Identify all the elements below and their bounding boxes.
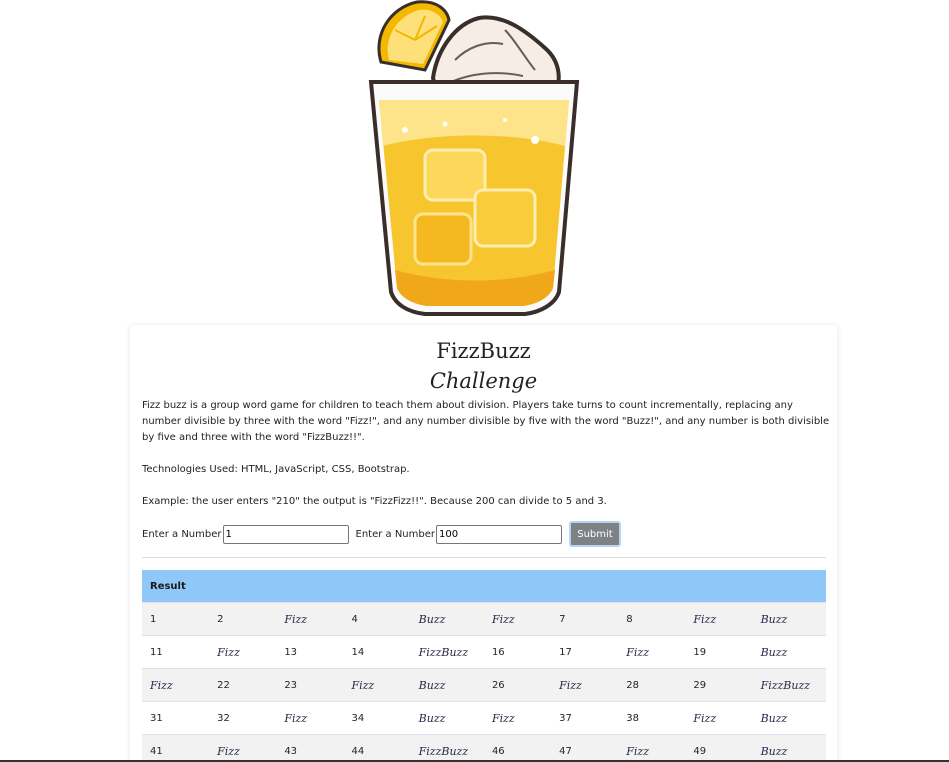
result-cell: 26	[483, 668, 552, 702]
result-cell: FizzBuzz	[410, 635, 484, 669]
result-cell: 13	[276, 635, 344, 669]
result-cell: Buzz	[752, 602, 826, 636]
result-cell: 19	[685, 635, 753, 669]
table-row: 41 Fizz 43 44 FizzBuzz 46 47 Fizz 49 Buzz	[142, 734, 826, 762]
submit-button[interactable]: Submit	[569, 521, 621, 547]
result-cell: 31	[142, 701, 210, 735]
result-cell: 1	[142, 602, 210, 636]
result-cell: 11	[142, 635, 210, 669]
result-cell: Buzz	[752, 635, 826, 669]
result-cell: 43	[276, 734, 344, 762]
result-cell: 17	[551, 635, 619, 669]
page: FizzBuzz Challenge Fizz buzz is a group …	[0, 0, 949, 762]
start-number-label: Enter a Number	[142, 528, 222, 540]
result-cell: FizzBuzz	[752, 668, 826, 702]
result-cell: 14	[343, 635, 411, 669]
result-cell: 49	[685, 734, 753, 762]
result-cell: 34	[343, 701, 411, 735]
result-cell: Fizz	[276, 701, 344, 735]
table-row: 1 2 Fizz 4 Buzz Fizz 7 8 Fizz Buzz	[142, 602, 826, 636]
result-cell: Fizz	[685, 701, 753, 735]
table-row: 31 32 Fizz 34 Buzz Fizz 37 38 Fizz Buzz	[142, 701, 826, 735]
result-cell: 2	[209, 602, 277, 636]
result-cell: 8	[618, 602, 686, 636]
result-cell: Fizz	[483, 602, 552, 636]
result-cell: Fizz	[618, 635, 686, 669]
divider	[142, 557, 826, 558]
result-cell: 46	[483, 734, 552, 762]
result-cell: 32	[209, 701, 277, 735]
result-cell: Buzz	[752, 734, 826, 762]
page-title: FizzBuzz	[436, 339, 531, 363]
results-body: 1 2 Fizz 4 Buzz Fizz 7 8 Fizz Buzz 11 Fizz 13 14 FizzB…	[142, 602, 826, 762]
result-cell: 22	[209, 668, 277, 702]
result-cell: 38	[618, 701, 686, 735]
results-header-row: Result	[142, 570, 826, 603]
lemonade-glass-illustration	[368, 0, 580, 316]
result-cell: Fizz	[142, 668, 210, 702]
challenge-card: FizzBuzz Challenge Fizz buzz is a group …	[130, 325, 837, 762]
table-row: Fizz 22 23 Fizz Buzz 26 Fizz 28 29 FizzBuzz	[142, 668, 826, 702]
result-cell: Fizz	[276, 602, 344, 636]
result-cell: Buzz	[752, 701, 826, 735]
page-subtitle: Challenge	[429, 369, 538, 393]
result-cell: Buzz	[410, 701, 484, 735]
technologies-text: Technologies Used: HTML, JavaScript, CSS…	[142, 464, 410, 475]
description-text: Fizz buzz is a group word game for child…	[142, 400, 830, 443]
result-cell: 7	[551, 602, 619, 636]
results-header: Result	[142, 570, 826, 603]
result-cell: 16	[483, 635, 552, 669]
result-cell: FizzBuzz	[410, 734, 484, 762]
result-cell: Fizz	[209, 635, 277, 669]
result-cell: 47	[551, 734, 619, 762]
result-cell: 37	[551, 701, 619, 735]
result-cell: Fizz	[618, 734, 686, 762]
end-number-label: Enter a Number	[355, 528, 436, 540]
result-cell: Buzz	[410, 602, 484, 636]
result-cell: Buzz	[410, 668, 484, 702]
result-cell: Fizz	[483, 701, 552, 735]
result-cell: 29	[685, 668, 753, 702]
result-cell: 23	[276, 668, 344, 702]
number-form: Enter a Number Enter a Number Submit	[142, 520, 621, 548]
start-number-input[interactable]	[222, 524, 349, 544]
example-text: Example: the user enters "210" the outpu…	[142, 496, 607, 507]
result-cell: Fizz	[209, 734, 277, 762]
result-cell: 41	[142, 734, 210, 762]
table-row: 11 Fizz 13 14 FizzBuzz 16 17 Fizz 19 Buzz	[142, 635, 826, 669]
result-cell: 4	[343, 602, 411, 636]
results-table: Result 1 2 Fizz 4 Buzz Fizz 7 8 Fizz Buzz 11 Fizz 13…	[142, 570, 826, 762]
result-cell: Fizz	[685, 602, 753, 636]
result-cell: 44	[343, 734, 411, 762]
result-cell: 28	[618, 668, 686, 702]
result-cell: Fizz	[551, 668, 619, 702]
glass-icon	[368, 80, 580, 316]
result-cell: Fizz	[343, 668, 411, 702]
end-number-input[interactable]	[436, 524, 562, 544]
